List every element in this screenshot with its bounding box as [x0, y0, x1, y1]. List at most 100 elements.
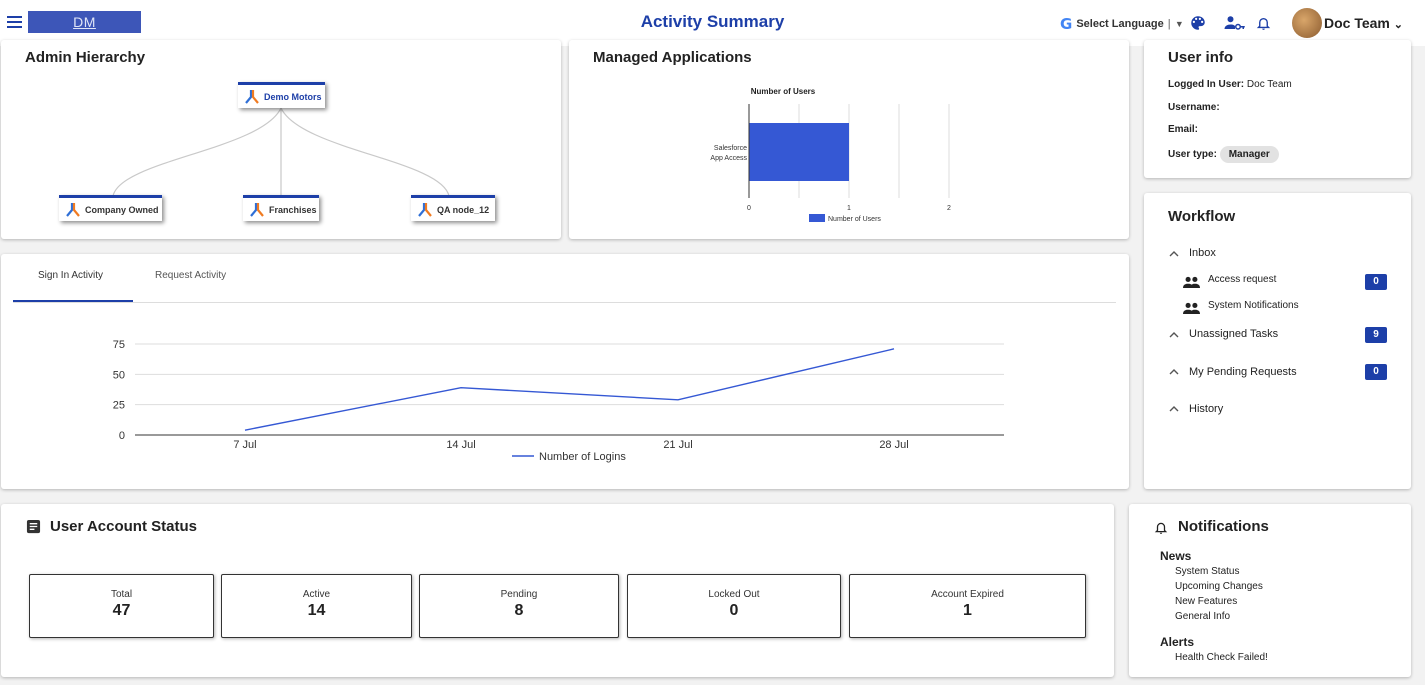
- language-divider: |: [1167, 18, 1171, 30]
- managed-applications-card: Managed Applications Number of Users 0 1 2 S…: [569, 40, 1129, 239]
- chevron-up-icon[interactable]: [1169, 367, 1179, 377]
- user-type-label: User type:: [1168, 149, 1217, 160]
- alerts-heading: Alerts: [1160, 635, 1195, 649]
- avatar[interactable]: [1292, 8, 1322, 38]
- status-active[interactable]: Active 14: [221, 574, 412, 638]
- user-menu[interactable]: Doc Team ⌄: [1324, 15, 1403, 31]
- people-icon: [1183, 302, 1200, 314]
- status-value: 14: [307, 602, 326, 619]
- language-label: Select Language: [1076, 18, 1164, 30]
- x-tick-label: 28 Jul: [879, 439, 908, 451]
- page-title: Activity Summary: [640, 12, 785, 31]
- category-label: App Access: [710, 155, 747, 162]
- legend-label: Number of Logins: [539, 451, 626, 463]
- tab-divider: [13, 302, 1116, 303]
- language-selector[interactable]: G Select Language | ▼: [1060, 15, 1184, 33]
- workflow-pending-requests[interactable]: My Pending Requests: [1189, 366, 1297, 378]
- email-label: Email:: [1168, 124, 1199, 135]
- palette-icon[interactable]: [1189, 14, 1207, 32]
- account-status-title: User Account Status: [50, 518, 197, 535]
- workflow-history[interactable]: History: [1189, 403, 1223, 415]
- chevron-up-icon[interactable]: [1169, 404, 1179, 414]
- bar: [749, 123, 849, 181]
- workflow-inbox[interactable]: Inbox: [1189, 247, 1216, 259]
- status-value: 1: [963, 602, 972, 619]
- news-heading: News: [1160, 549, 1192, 563]
- user-type-row: User type: Manager: [1168, 146, 1279, 163]
- y-tick-label: 50: [113, 369, 125, 381]
- y-tick-label: 25: [113, 400, 125, 412]
- chevron-up-icon[interactable]: [1169, 249, 1179, 259]
- workflow-system-notifications[interactable]: System Notifications: [1208, 300, 1299, 311]
- user-key-icon[interactable]: [1224, 14, 1246, 32]
- x-tick-label: 7 Jul: [233, 439, 256, 451]
- hierarchy-node-root[interactable]: Demo Motors: [238, 82, 325, 108]
- org-logo-icon: [250, 202, 264, 217]
- admin-hierarchy-card: Admin Hierarchy Demo Motors Company Owne…: [1, 40, 561, 239]
- logged-in-value: Doc Team: [1246, 79, 1292, 90]
- tab-sign-in-activity[interactable]: Sign In Activity: [38, 270, 103, 281]
- x-tick-label: 2: [947, 205, 951, 212]
- x-tick-label: 0: [747, 205, 751, 212]
- status-value: 0: [729, 602, 739, 619]
- workflow-access-request[interactable]: Access request: [1208, 274, 1276, 285]
- legend-swatch: [809, 214, 825, 222]
- status-account-expired[interactable]: Account Expired 1: [849, 574, 1086, 638]
- status-value: 47: [112, 602, 131, 619]
- access-request-count-badge: 0: [1365, 274, 1387, 290]
- y-tick-label: 75: [113, 339, 125, 351]
- menu-icon[interactable]: [7, 16, 22, 28]
- hierarchy-node-company-owned[interactable]: Company Owned: [59, 195, 162, 221]
- status-label: Active: [302, 589, 331, 600]
- user-info-title: User info: [1168, 49, 1234, 66]
- alert-item[interactable]: Health Check Failed!: [1175, 652, 1268, 663]
- category-label: Salesforce: [714, 145, 747, 152]
- notifications-card: Notifications: [1129, 504, 1411, 677]
- username-row: Username:: [1168, 102, 1220, 113]
- status-label: Pending: [500, 589, 538, 600]
- status-value: 8: [514, 602, 524, 619]
- chart-title: Number of Users: [751, 87, 816, 96]
- logged-in-user-row: Logged In User: Doc Team: [1168, 79, 1292, 90]
- tab-request-activity[interactable]: Request Activity: [155, 270, 226, 281]
- bell-icon: [1154, 522, 1168, 534]
- workflow-unassigned-tasks[interactable]: Unassigned Tasks: [1189, 328, 1278, 340]
- company-logo[interactable]: DM: [28, 11, 141, 33]
- status-label: Account Expired: [931, 589, 1004, 600]
- document-icon: [26, 519, 41, 534]
- series-line: [244, 348, 895, 431]
- x-tick-label: 21 Jul: [663, 439, 692, 451]
- status-locked-out[interactable]: Locked Out 0: [627, 574, 841, 638]
- chevron-down-icon: ⌄: [1393, 19, 1403, 31]
- unassigned-count-badge: 9: [1365, 327, 1387, 343]
- caret-down-icon: ▼: [1174, 19, 1184, 29]
- workflow-title: Workflow: [1168, 208, 1236, 225]
- pending-count-badge: 0: [1365, 364, 1387, 380]
- news-item[interactable]: System Status: [1175, 566, 1239, 577]
- google-icon: G: [1060, 15, 1073, 33]
- chevron-up-icon[interactable]: [1169, 330, 1179, 340]
- news-item[interactable]: New Features: [1175, 596, 1237, 607]
- people-icon: [1183, 276, 1200, 288]
- username-label: Username:: [1168, 102, 1220, 113]
- hierarchy-node-label: Company Owned: [85, 204, 159, 215]
- hierarchy-node-label: Franchises: [269, 204, 317, 215]
- legend-label: Number of Users: [828, 216, 881, 223]
- logged-in-label: Logged In User:: [1168, 79, 1245, 90]
- news-item[interactable]: General Info: [1175, 611, 1230, 622]
- hierarchy-node-label: Demo Motors: [264, 91, 322, 102]
- sign-in-line-chart: 0 25 50 75 7 Jul 14 Jul 21 Jul 28 Jul Number of …: [113, 339, 1004, 463]
- y-tick-label: 0: [119, 430, 125, 442]
- hierarchy-node-label: QA node_12: [437, 204, 490, 215]
- org-logo-icon: [66, 202, 80, 217]
- bell-icon[interactable]: [1256, 14, 1271, 32]
- status-label: Locked Out: [708, 589, 760, 600]
- status-pending[interactable]: Pending 8: [419, 574, 619, 638]
- managed-apps-bar-chart: Number of Users 0 1 2 Salesforce App Access Nu…: [710, 87, 951, 223]
- hierarchy-node-qa[interactable]: QA node_12: [411, 195, 495, 221]
- hierarchy-node-franchises[interactable]: Franchises: [243, 195, 319, 221]
- news-item[interactable]: Upcoming Changes: [1175, 581, 1263, 592]
- status-total[interactable]: Total 47: [29, 574, 214, 638]
- x-tick-label: 14 Jul: [446, 439, 475, 451]
- email-row: Email:: [1168, 124, 1198, 135]
